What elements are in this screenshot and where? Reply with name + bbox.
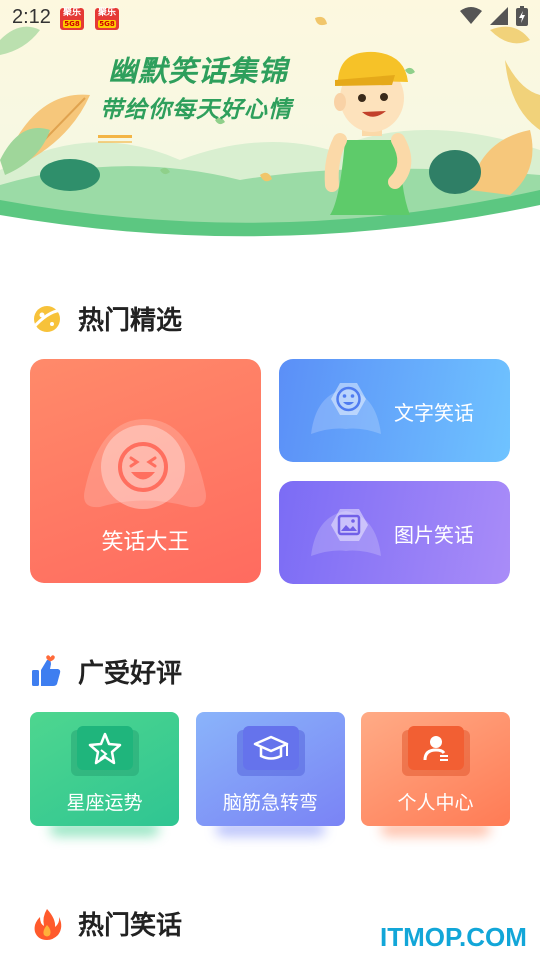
smiley-face-icon <box>311 383 381 434</box>
horoscope-card[interactable]: 星座运势 <box>30 712 179 836</box>
star-icon <box>71 726 139 776</box>
battery-charging-icon <box>516 6 528 26</box>
banner-title: 幽默笑话集锦 <box>108 54 289 88</box>
card-label: 个人中心 <box>397 792 474 814</box>
section-well-received-header: 广受好评 <box>30 653 182 690</box>
banner-illustration <box>0 0 540 250</box>
notification-app-icon: 聚乐 5G8 <box>60 8 84 30</box>
planet-icon <box>31 305 62 332</box>
brain-teaser-card[interactable]: 脑筋急转弯 <box>196 712 345 836</box>
status-bar: 2:12 聚乐 5G8 聚乐 5G8 <box>0 0 540 36</box>
image-icon <box>311 509 381 556</box>
thumbs-up-icon <box>32 654 61 686</box>
boy-character-illustration <box>324 51 412 215</box>
card-label: 笑话大王 <box>101 530 190 555</box>
notification-app-icon: 聚乐 5G8 <box>95 8 119 30</box>
card-label: 图片笑话 <box>394 523 474 547</box>
section-title: 热门精选 <box>78 306 183 336</box>
user-profile-icon <box>402 726 470 776</box>
picture-jokes-card[interactable]: 图片笑话 <box>279 481 510 584</box>
joke-king-card[interactable]: 笑话大王 <box>30 359 261 583</box>
watermark-text: ITMOP.COM <box>380 922 527 952</box>
card-label: 文字笑话 <box>394 401 474 425</box>
section-title: 广受好评 <box>78 659 183 689</box>
header-banner: 幽默笑话集锦 带给你每天好心情 <box>0 0 540 250</box>
status-time: 2:12 <box>12 6 51 28</box>
graduation-cap-icon <box>237 726 305 776</box>
card-label: 脑筋急转弯 <box>222 792 318 814</box>
card-label: 星座运势 <box>66 792 143 814</box>
flame-icon <box>34 908 62 940</box>
section-hot-jokes-header: 热门笑话 <box>30 905 182 942</box>
notification-app-name: 聚乐 <box>62 8 81 18</box>
wifi-icon <box>460 7 482 24</box>
text-jokes-card[interactable]: 文字笑话 <box>279 359 510 462</box>
section-hot-picks-header: 热门精选 <box>30 300 182 337</box>
notification-app-badge: 5G8 <box>63 20 81 28</box>
banner-subtitle: 带给你每天好心情 <box>100 97 292 123</box>
notification-app-badge: 5G8 <box>98 20 116 28</box>
notification-app-name: 聚乐 <box>97 8 116 18</box>
section-title: 热门笑话 <box>78 911 183 941</box>
signal-icon <box>490 7 508 25</box>
profile-center-card[interactable]: 个人中心 <box>361 712 510 836</box>
